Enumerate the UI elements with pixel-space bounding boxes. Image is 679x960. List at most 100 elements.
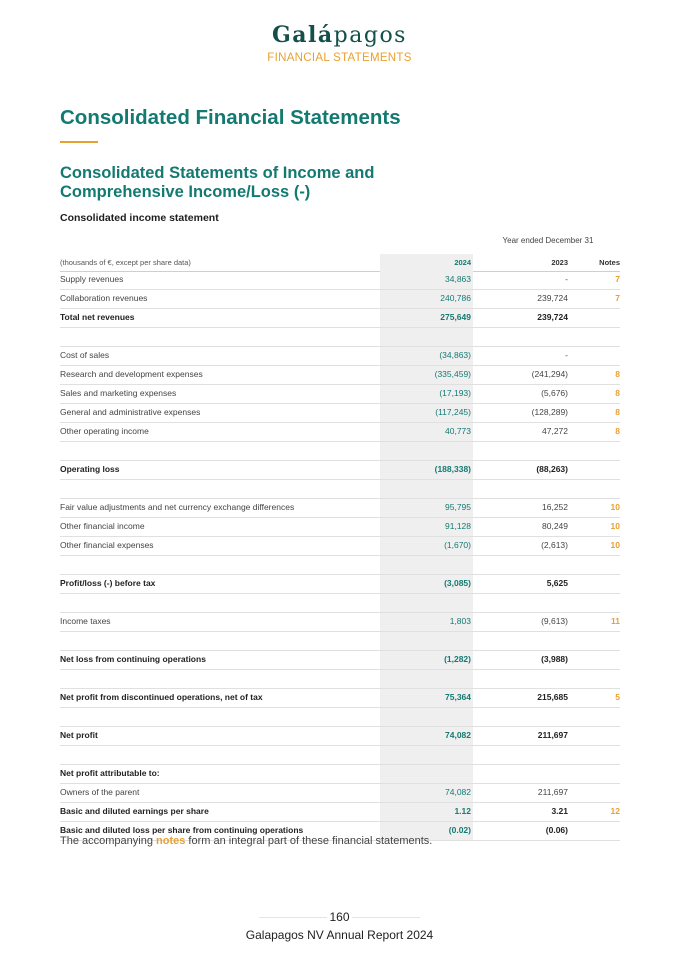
row-value-2024: (1,282) xyxy=(380,651,473,669)
notes-link[interactable]: notes xyxy=(156,835,185,847)
row-value-2023 xyxy=(476,670,570,688)
row-value-2023 xyxy=(476,632,570,650)
title-underline xyxy=(60,141,98,143)
row-value-2023: 211,697 xyxy=(537,730,568,740)
row-value-2024: (117,245) xyxy=(380,404,473,422)
table-row: Net profit attributable to: xyxy=(60,765,620,784)
row-note-ref xyxy=(570,708,620,726)
footnote: The accompanying notes form an integral … xyxy=(60,835,432,847)
column-header-notes: Notes xyxy=(599,258,620,267)
footnote-text-after: form an integral part of these financial… xyxy=(185,835,433,847)
row-value-2024: 34,863 xyxy=(380,271,473,289)
row-value-2024: 95,795 xyxy=(380,499,473,517)
row-label: Total net revenues xyxy=(60,312,135,322)
row-value-2024: 91,128 xyxy=(380,518,473,536)
row-note-ref xyxy=(570,480,620,498)
table-row: General and administrative expenses (117,… xyxy=(60,404,620,423)
row-note-ref[interactable]: 7 xyxy=(570,290,620,308)
row-note-ref[interactable]: 8 xyxy=(570,385,620,403)
table-row xyxy=(60,442,620,461)
row-value-2023: 3.21 xyxy=(551,806,568,816)
row-note-ref[interactable]: 12 xyxy=(570,803,620,821)
report-name: Galapagos NV Annual Report 2024 xyxy=(245,928,434,942)
row-note-ref[interactable]: 8 xyxy=(570,423,620,441)
row-value-2024 xyxy=(380,632,473,650)
company-logo: Galápagos FINANCIAL STATEMENTS xyxy=(0,22,679,64)
row-label: Net profit xyxy=(60,730,98,740)
row-note-ref xyxy=(570,309,620,327)
logo-wordmark: Galápagos xyxy=(0,22,679,48)
row-label: Research and development expenses xyxy=(60,369,203,379)
row-value-2024 xyxy=(380,708,473,726)
row-label: General and administrative expenses xyxy=(60,407,201,417)
row-value-2023: 239,724 xyxy=(537,293,568,303)
row-label: Sales and marketing expenses xyxy=(60,388,177,398)
table-row: Net profit from discontinued operations,… xyxy=(60,689,620,708)
row-value-2024: 75,364 xyxy=(380,689,473,707)
row-note-ref[interactable]: 11 xyxy=(570,613,620,631)
row-value-2023: (0.06) xyxy=(545,825,568,835)
row-label: Net profit from discontinued operations,… xyxy=(60,692,263,702)
row-label: Basic and diluted earnings per share xyxy=(60,806,209,816)
subsection-title: Consolidated income statement xyxy=(60,212,219,224)
table-row: Cost of sales (34,863) - xyxy=(60,347,620,366)
row-value-2024 xyxy=(380,670,473,688)
row-value-2023: 215,685 xyxy=(537,692,568,702)
row-value-2023: (88,263) xyxy=(536,464,568,474)
row-note-ref xyxy=(570,442,620,460)
row-value-2023 xyxy=(476,480,570,498)
row-value-2024: (1,670) xyxy=(380,537,473,555)
row-value-2023: 239,724 xyxy=(537,312,568,322)
row-note-ref xyxy=(570,822,620,840)
row-note-ref xyxy=(570,670,620,688)
row-note-ref xyxy=(570,727,620,745)
row-note-ref[interactable]: 8 xyxy=(570,366,620,384)
row-value-2023: (3,988) xyxy=(541,654,568,664)
row-value-2024: (188,338) xyxy=(380,461,473,479)
table-row: Other financial income 91,128 80,249 10 xyxy=(60,518,620,537)
row-value-2024 xyxy=(380,556,473,574)
row-value-2023 xyxy=(476,765,570,783)
table-row: Owners of the parent 74,082 211,697 xyxy=(60,784,620,803)
row-value-2023: (9,613) xyxy=(541,616,568,626)
row-value-2024: (335,459) xyxy=(380,366,473,384)
table-row: Total net revenues 275,649 239,724 xyxy=(60,309,620,328)
row-value-2023: (5,676) xyxy=(541,388,568,398)
row-value-2023 xyxy=(476,746,570,764)
row-note-ref xyxy=(570,632,620,650)
table-row xyxy=(60,328,620,347)
row-note-ref xyxy=(570,575,620,593)
row-label: Profit/loss (-) before tax xyxy=(60,578,156,588)
row-value-2023 xyxy=(476,442,570,460)
page-number: 160 xyxy=(0,910,679,924)
row-label: Other financial expenses xyxy=(60,540,154,550)
table-row: Other operating income 40,773 47,272 8 xyxy=(60,423,620,442)
row-note-ref xyxy=(570,746,620,764)
row-note-ref[interactable]: 7 xyxy=(570,271,620,289)
row-note-ref[interactable]: 10 xyxy=(570,499,620,517)
column-header-2024: 2024 xyxy=(380,254,473,271)
section-subtitle: FINANCIAL STATEMENTS xyxy=(267,52,412,64)
table-row: Collaboration revenues 240,786 239,724 7 xyxy=(60,290,620,309)
row-value-2024: 74,082 xyxy=(380,727,473,745)
row-note-ref[interactable]: 10 xyxy=(570,518,620,536)
column-header-label: (thousands of €, except per share data) xyxy=(60,258,191,267)
row-note-ref[interactable]: 5 xyxy=(570,689,620,707)
row-note-ref xyxy=(570,784,620,802)
row-note-ref[interactable]: 10 xyxy=(570,537,620,555)
row-value-2024: 74,082 xyxy=(380,784,473,802)
row-note-ref[interactable]: 8 xyxy=(570,404,620,422)
table-row: Fair value adjustments and net currency … xyxy=(60,499,620,518)
row-value-2024 xyxy=(380,746,473,764)
row-label: Income taxes xyxy=(60,616,111,626)
table-row xyxy=(60,708,620,727)
row-value-2024: 1,803 xyxy=(380,613,473,631)
table-row: Net profit 74,082 211,697 xyxy=(60,727,620,746)
table-row: Sales and marketing expenses (17,193) (5,6… xyxy=(60,385,620,404)
row-value-2024: (3,085) xyxy=(380,575,473,593)
row-value-2024 xyxy=(380,442,473,460)
logo-wordmark-bold: Galá xyxy=(272,22,334,48)
period-header: Year ended December 31 xyxy=(502,236,594,245)
row-note-ref xyxy=(570,328,620,346)
table-row xyxy=(60,670,620,689)
